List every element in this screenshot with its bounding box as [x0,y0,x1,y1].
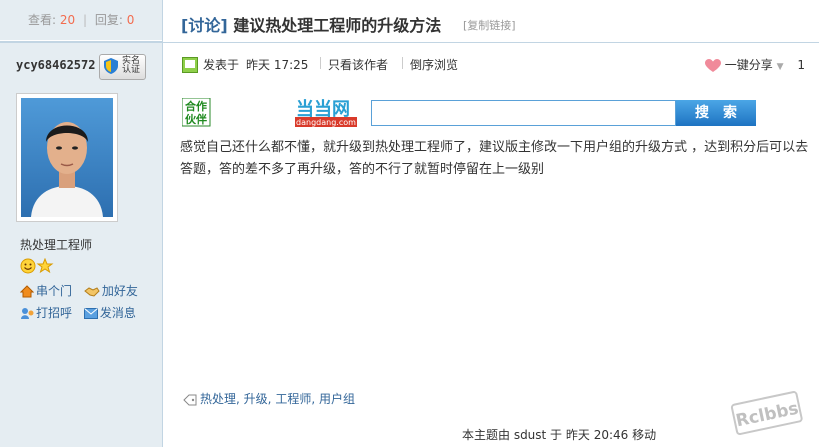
visit-home-link[interactable]: 串个门 [19,282,73,299]
verified-badge[interactable]: 实名认证 [99,54,146,80]
meta-divider [402,57,403,69]
stats-divider: | [82,13,88,27]
avatar-photo [21,98,113,217]
floor-number: 1 [797,58,805,72]
visit-home-label: 串个门 [36,284,73,298]
thread-header: [讨论] 建议热处理工程师的升级方法 [复制链接] [163,0,819,43]
views-label: 查看: [28,13,57,27]
shield-icon [104,58,118,74]
partner-label: 伙伴 [185,112,207,126]
mail-icon [83,308,98,319]
add-friend-link[interactable]: 加好友 [84,282,138,299]
tag-item[interactable]: 工程师 [275,392,311,406]
search-input[interactable] [371,100,676,126]
moderation-note: 本主题由 sdust 于 昨天 20:46 移动 [462,428,657,442]
share-button[interactable]: 一键分享 ▼ 1 [704,56,805,73]
author-sidebar: 查看: 20 | 回复: 0 ycy68462572 实名认证 热处理工程师 串… [0,0,163,447]
replies-count: 0 [126,13,135,27]
watermark-logo: Rclbbs [728,388,806,443]
thread-category[interactable]: [讨论] [181,16,228,35]
user-group-title: 热处理工程师 [20,238,93,252]
page-title: [讨论] 建议热处理工程师的升级方法 [181,12,441,36]
thread-stats: 查看: 20 | 回复: 0 [0,0,162,41]
ad-banner[interactable]: 合作 伙伴 当当网 dangdang.com [181,97,362,133]
brand-text: 当当网 [296,98,350,120]
user-actions-row-2: 打招呼 发消息 [20,304,144,321]
replies-label: 回复: [94,13,123,27]
reverse-order-link[interactable]: 倒序浏览 [410,56,458,73]
dangdang-logo: 合作 伙伴 当当网 dangdang.com [181,97,357,127]
post-body: 感觉自己还什么都不懂，就升级到热处理工程师了，建议版主修改一下用户组的升级方式 … [180,140,809,177]
share-label: 一键分享 [724,58,773,72]
send-message-label: 发消息 [99,306,136,320]
tag-icon [183,394,197,405]
home-icon [19,285,35,298]
online-status-icon [182,57,198,73]
sidebar-divider [0,41,162,43]
copy-link-button[interactable]: [复制链接] [463,17,516,33]
author-username[interactable]: ycy68462572 [16,58,95,72]
only-author-link[interactable]: 只看该作者 [328,56,388,73]
tag-list: 热处理, 升级, 工程师, 用户组 [183,390,355,407]
posted-time: 昨天 17:25 [246,58,309,72]
tag-item[interactable]: 升级 [244,392,268,406]
wave-icon [21,308,34,319]
greet-link[interactable]: 打招呼 [20,304,72,321]
smile-star-icon [20,257,54,274]
views-count: 20 [59,13,76,27]
brand-domain: dangdang.com [296,118,356,127]
add-friend-label: 加好友 [101,284,138,298]
meta-divider [320,57,321,69]
avatar[interactable] [16,93,118,222]
search-button[interactable]: 搜索 [676,100,756,126]
user-actions-row-1: 串个门 加好友 [19,282,146,299]
posted-label: 发表于 [203,58,240,72]
tag-item[interactable]: 热处理 [200,392,236,406]
tag-item[interactable]: 用户组 [319,392,355,406]
greet-label: 打招呼 [36,306,73,320]
badge-label: 实名认证 [122,56,141,75]
thread-title: 建议热处理工程师的升级方法 [233,16,442,35]
heart-icon [704,58,721,72]
send-message-link[interactable]: 发消息 [83,304,136,321]
partner-label: 合作 [185,99,207,113]
handshake-icon [84,287,100,297]
chevron-down-icon: ▼ [776,62,784,72]
post-meta-bar: 发表于 昨天 17:25 只看该作者 倒序浏览 一键分享 ▼ 1 [180,52,819,76]
rank-icons [20,257,54,277]
